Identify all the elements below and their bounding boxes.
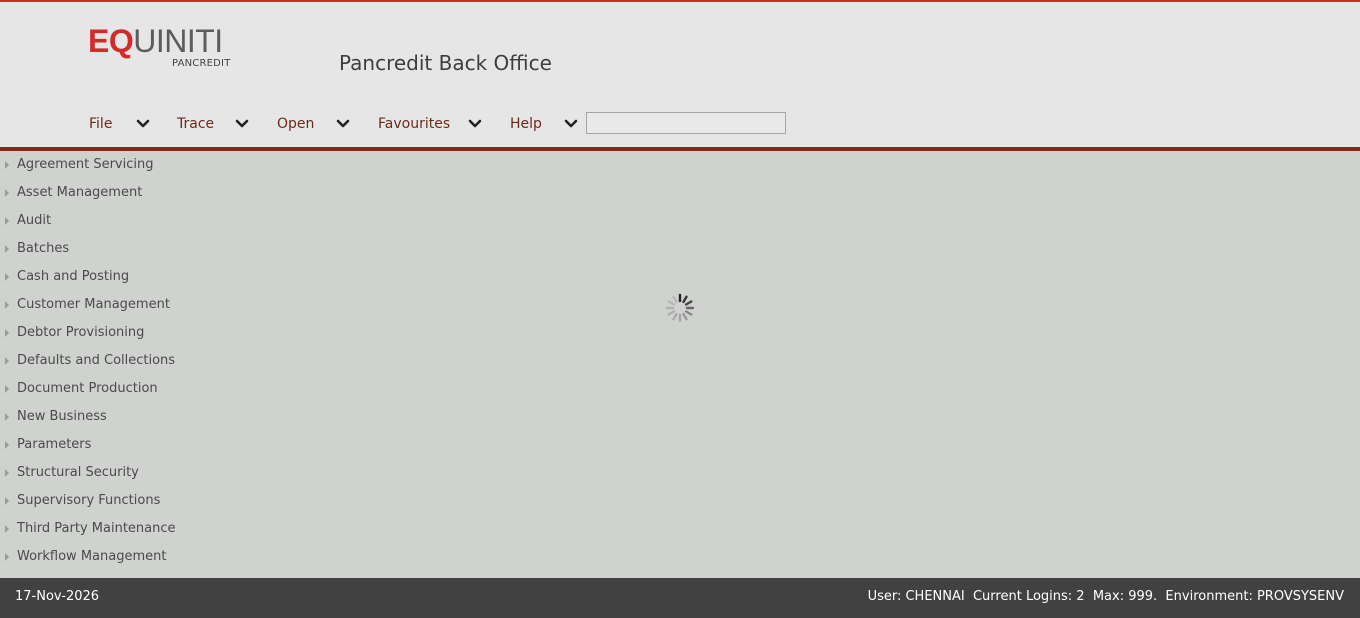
nav-item-batches[interactable]: Batches: [0, 238, 220, 260]
menu-help[interactable]: Help: [510, 110, 582, 138]
expand-arrow-icon[interactable]: [5, 301, 9, 309]
nav-item-label: Cash and Posting: [17, 269, 130, 284]
app-title: Pancredit Back Office: [339, 51, 552, 75]
nav-item-structural-security[interactable]: Structural Security: [0, 462, 220, 484]
nav-item-document-production[interactable]: Document Production: [0, 378, 220, 400]
menu-trace[interactable]: Trace: [177, 110, 257, 138]
menu-open[interactable]: Open: [277, 110, 357, 138]
menu-search-input[interactable]: [586, 112, 786, 134]
nav-item-label: Customer Management: [17, 297, 170, 312]
expand-arrow-icon[interactable]: [5, 189, 9, 197]
nav-item-label: Supervisory Functions: [17, 493, 161, 508]
expand-arrow-icon[interactable]: [5, 553, 9, 561]
nav-item-cash-and-posting[interactable]: Cash and Posting: [0, 266, 220, 288]
expand-arrow-icon[interactable]: [5, 469, 9, 477]
chevron-down-icon[interactable]: [336, 118, 350, 130]
nav-item-label: Document Production: [17, 381, 158, 396]
status-date: 17-Nov-2026: [15, 589, 100, 604]
menu-trace-label: Trace: [177, 116, 215, 132]
nav-item-label: New Business: [17, 409, 107, 424]
nav-item-audit[interactable]: Audit: [0, 210, 220, 232]
expand-arrow-icon[interactable]: [5, 329, 9, 337]
chevron-down-icon[interactable]: [468, 118, 482, 130]
nav-item-label: Structural Security: [17, 465, 139, 480]
expand-arrow-icon[interactable]: [5, 385, 9, 393]
logo-wordmark: EQUINITI: [88, 24, 233, 58]
expand-arrow-icon[interactable]: [5, 245, 9, 253]
expand-arrow-icon[interactable]: [5, 497, 9, 505]
status-bar: 17-Nov-2026 User: CHENNAI Current Logins…: [0, 578, 1360, 618]
nav-item-debtor-provisioning[interactable]: Debtor Provisioning: [0, 322, 220, 344]
expand-arrow-icon[interactable]: [5, 273, 9, 281]
menu-file-label: File: [89, 116, 113, 132]
nav-item-label: Debtor Provisioning: [17, 325, 145, 340]
nav-item-agreement-servicing[interactable]: Agreement Servicing: [0, 154, 220, 176]
menu-favourites-label: Favourites: [378, 116, 451, 132]
nav-item-asset-management[interactable]: Asset Management: [0, 182, 220, 204]
expand-arrow-icon[interactable]: [5, 413, 9, 421]
nav-item-label: Workflow Management: [17, 549, 167, 564]
nav-item-defaults-and-collections[interactable]: Defaults and Collections: [0, 350, 220, 372]
nav-item-supervisory-functions[interactable]: Supervisory Functions: [0, 490, 220, 512]
nav-item-label: Parameters: [17, 437, 92, 452]
equiniti-logo: EQUINITI PANCREDIT: [88, 24, 233, 72]
chevron-down-icon[interactable]: [136, 118, 150, 130]
menu-help-label: Help: [510, 116, 542, 132]
nav-item-customer-management[interactable]: Customer Management: [0, 294, 220, 316]
expand-arrow-icon[interactable]: [5, 217, 9, 225]
expand-arrow-icon[interactable]: [5, 525, 9, 533]
nav-item-label: Batches: [17, 241, 70, 256]
nav-item-label: Defaults and Collections: [17, 353, 176, 368]
nav-item-label: Agreement Servicing: [17, 157, 154, 172]
expand-arrow-icon[interactable]: [5, 441, 9, 449]
expand-arrow-icon[interactable]: [5, 161, 9, 169]
nav-item-label: Audit: [17, 213, 52, 228]
menu-open-label: Open: [277, 116, 315, 132]
menu-favourites[interactable]: Favourites: [378, 110, 488, 138]
nav-item-third-party-maintenance[interactable]: Third Party Maintenance: [0, 518, 220, 540]
chevron-down-icon[interactable]: [235, 118, 249, 130]
nav-item-new-business[interactable]: New Business: [0, 406, 220, 428]
logo-eq: EQ: [88, 23, 134, 59]
expand-arrow-icon[interactable]: [5, 357, 9, 365]
logo-subtitle: PANCREDIT: [172, 58, 231, 69]
menu-file[interactable]: File: [89, 110, 159, 138]
chevron-down-icon[interactable]: [564, 118, 578, 130]
nav-item-parameters[interactable]: Parameters: [0, 434, 220, 456]
nav-item-label: Third Party Maintenance: [17, 521, 176, 536]
status-user-info: User: CHENNAI Current Logins: 2 Max: 999…: [867, 589, 1344, 604]
main-content: Agreement Servicing Asset Management Aud…: [0, 151, 1360, 578]
nav-item-label: Asset Management: [17, 185, 143, 200]
logo-rest: UINITI: [133, 23, 223, 59]
nav-item-workflow-management[interactable]: Workflow Management: [0, 546, 220, 568]
loading-spinner-icon: [665, 293, 695, 323]
